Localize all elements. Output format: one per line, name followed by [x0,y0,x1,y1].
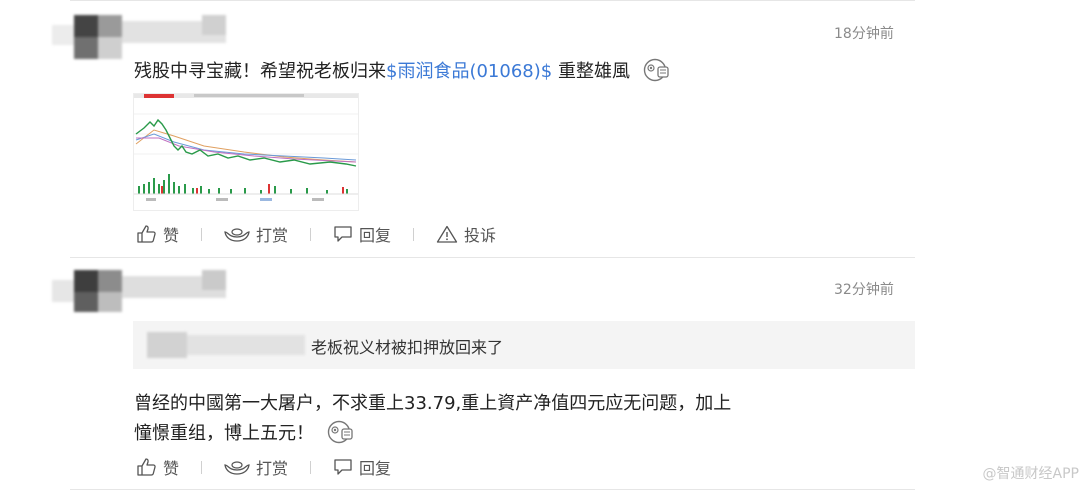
divider [70,0,915,1]
laugh-emoji-icon [326,420,356,449]
comment-actions: 赞 打赏 回复 [137,455,391,479]
reply-label: 回复 [359,226,392,245]
comment-feed: 18分钟前 残股中寻宝藏！希望祝老板归来$雨润食品(01068)$ 重整雄風 赞… [0,0,1089,492]
tip-label: 打赏 [256,226,289,245]
comment-text: 残股中寻宝藏！希望祝老板归来$雨润食品(01068)$ 重整雄風 [134,57,672,87]
tip-button[interactable]: 打赏 [224,222,288,246]
comment-text-prefix: 残股中寻宝藏！希望祝老板归来 [134,61,386,82]
thumbs-up-icon [137,458,157,476]
quoted-text: 老板祝义材被扣押放回来了 [311,338,504,357]
divider [70,257,915,258]
comment-text-line-1: 曾经的中國第一大屠户，不求重上33.79,重上資产净值四元应无问题，加上 [134,393,732,414]
report-button[interactable]: 投诉 [436,222,496,246]
ingot-icon [224,226,250,242]
action-separator [310,460,312,474]
warning-icon [436,225,458,243]
reply-button[interactable]: 回复 [333,222,391,246]
timestamp: 32分钟前 [834,282,894,298]
like-label: 赞 [163,226,180,245]
divider [70,489,915,490]
thumbs-up-icon [137,225,157,243]
comment-actions: 赞 打赏 回复 投诉 [137,222,496,246]
tip-button[interactable]: 打赏 [224,455,288,479]
reply-label: 回复 [359,459,392,478]
quoted-comment: 老板祝义材被扣押放回来了 [133,321,915,369]
stock-chart-thumbnail[interactable] [133,93,359,211]
laugh-emoji-icon [642,58,672,87]
timestamp: 18分钟前 [834,26,894,42]
comment-text-line-2: 憧憬重组，博上五元！ [134,419,356,449]
watermark: @智通财经APP [982,466,1079,482]
comment-text-line-2-content: 憧憬重组，博上五元！ [134,423,314,444]
speech-bubble-icon [333,458,353,476]
reply-button[interactable]: 回复 [333,455,391,479]
stock-tag-link[interactable]: $雨润食品(01068)$ [386,61,552,82]
action-separator [201,460,203,474]
like-button[interactable]: 赞 [137,222,179,246]
tip-label: 打赏 [256,459,289,478]
report-label: 投诉 [464,226,497,245]
action-separator [310,227,312,241]
speech-bubble-icon [333,225,353,243]
action-separator [413,227,415,241]
comment-text-suffix: 重整雄風 [552,61,630,82]
like-label: 赞 [163,459,180,478]
avatar[interactable] [52,270,226,314]
quoted-username [147,332,305,358]
ingot-icon [224,459,250,475]
action-separator [201,227,203,241]
avatar[interactable] [52,15,226,61]
like-button[interactable]: 赞 [137,455,179,479]
